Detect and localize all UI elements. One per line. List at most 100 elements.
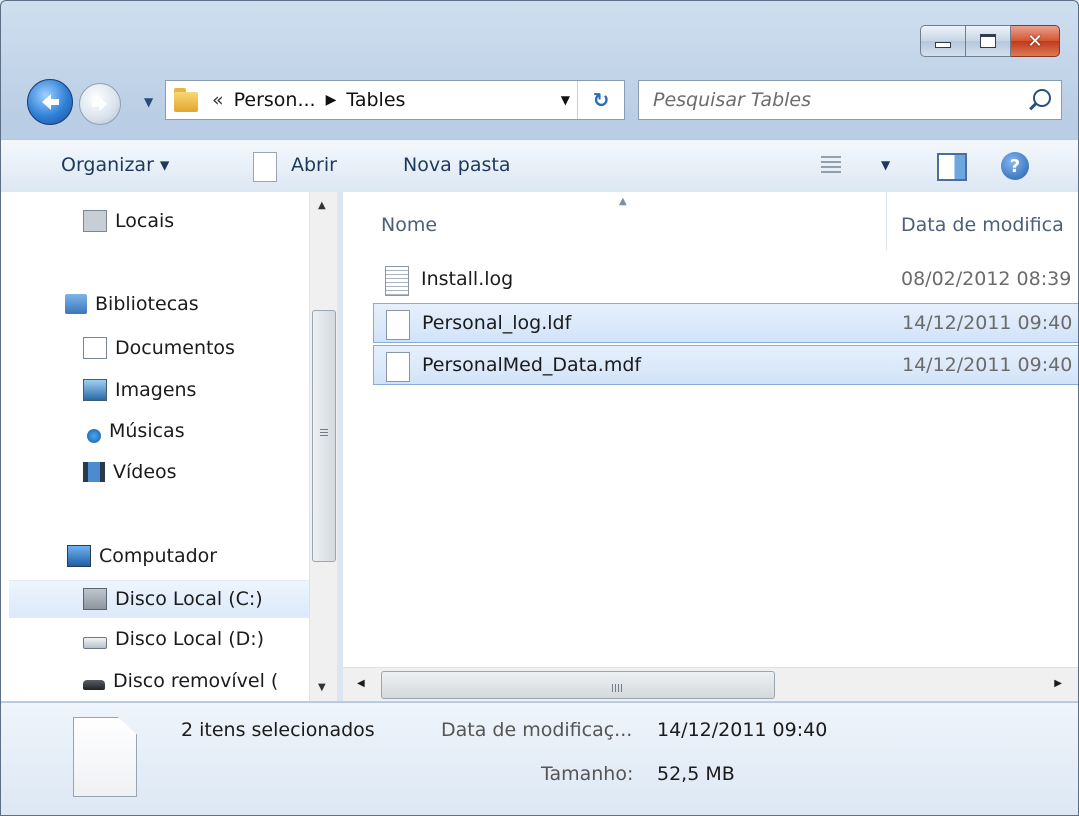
search-input[interactable]: Pesquisar Tables: [653, 89, 811, 111]
documents-icon: [83, 337, 107, 359]
command-bar: Organizar ▾ Abrir Nova pasta ▼ ?: [1, 139, 1078, 193]
organize-button[interactable]: Organizar ▾: [61, 154, 169, 176]
file-icon: [386, 310, 410, 340]
drive-c-icon: [83, 588, 107, 610]
column-headers: ▲ Nome Data de modifica: [343, 192, 1078, 250]
file-name: Personal_log.ldf: [422, 312, 572, 334]
window-controls: ✕: [920, 25, 1060, 57]
breadcrumb-person[interactable]: Person...: [234, 89, 316, 111]
views-dropdown[interactable]: ▼: [881, 158, 890, 172]
nav-item-label: Bibliotecas: [95, 293, 199, 315]
file-row[interactable]: PersonalMed_Data.mdf 14/12/2011 09:40: [373, 345, 1078, 385]
modified-value[interactable]: 14/12/2011 09:40: [657, 719, 827, 741]
nav-item-label: Locais: [115, 210, 175, 232]
column-header-date[interactable]: Data de modifica: [901, 214, 1064, 236]
open-button[interactable]: Abrir: [291, 154, 337, 176]
nav-item-label: Músicas: [109, 420, 185, 442]
nav-item-videos[interactable]: Vídeos: [83, 453, 177, 491]
open-file-icon: [253, 152, 277, 182]
size-label: Tamanho:: [541, 763, 634, 785]
explorer-window: ✕ ▼ « Person... ▶ Tables ▼ ↻ Pesquisar T…: [0, 0, 1079, 816]
file-name: Install.log: [421, 268, 514, 290]
address-dropdown[interactable]: ▼: [561, 93, 570, 107]
path-overflow[interactable]: «: [212, 89, 224, 111]
breadcrumb-tables[interactable]: Tables: [346, 89, 405, 111]
column-header-name[interactable]: Nome: [381, 214, 437, 236]
navigation-pane: Locais Bibliotecas Documentos Imagens Mú…: [1, 192, 337, 701]
nav-item-musicas[interactable]: Músicas: [83, 412, 185, 450]
minimize-button[interactable]: [920, 25, 965, 57]
file-date: 14/12/2011 09:40: [902, 312, 1073, 334]
scroll-down-icon[interactable]: ▼: [318, 682, 326, 693]
file-name: PersonalMed_Data.mdf: [422, 354, 642, 376]
nav-item-computador[interactable]: Computador: [67, 537, 217, 575]
nav-item-label: Disco Local (D:): [115, 628, 265, 650]
grip-icon: [612, 684, 622, 692]
pictures-icon: [83, 379, 107, 401]
nav-item-label: Computador: [99, 545, 218, 567]
address-bar[interactable]: « Person... ▶ Tables ▼ ↻: [165, 80, 625, 120]
column-separator[interactable]: [886, 192, 887, 250]
refresh-icon: ↻: [592, 88, 610, 112]
minimize-icon: [935, 42, 951, 48]
refresh-button[interactable]: ↻: [577, 81, 624, 119]
size-value: 52,5 MB: [657, 763, 735, 785]
file-icon: [386, 352, 410, 382]
file-row[interactable]: Install.log 08/02/2012 08:39: [373, 260, 1078, 300]
nav-item-disco-d[interactable]: Disco Local (D:): [83, 620, 264, 658]
nav-item-disco-removivel[interactable]: Disco removível (: [83, 662, 278, 700]
file-date: 14/12/2011 09:40: [902, 354, 1073, 376]
forward-button[interactable]: [79, 83, 121, 125]
grip-icon: [320, 429, 328, 438]
network-places-icon: [83, 210, 107, 232]
close-icon: ✕: [1027, 30, 1043, 52]
music-icon: [87, 429, 101, 443]
breadcrumb-separator-icon[interactable]: ▶: [326, 92, 337, 108]
details-pane: 2 itens selecionados Data de modificaç..…: [1, 702, 1078, 815]
scrollbar-thumb[interactable]: [312, 310, 336, 562]
new-folder-button[interactable]: Nova pasta: [403, 154, 510, 176]
scroll-right-icon[interactable]: ▶: [1054, 678, 1062, 689]
modified-label: Data de modificaç...: [441, 719, 633, 741]
back-button[interactable]: [27, 79, 73, 125]
maximize-icon: [980, 34, 996, 48]
nav-item-label: Disco removível (: [113, 670, 279, 692]
arrow-right-icon: [91, 96, 108, 112]
nav-item-label: Documentos: [115, 337, 235, 359]
nav-item-documentos[interactable]: Documentos: [83, 329, 235, 367]
removable-drive-icon: [83, 680, 105, 690]
help-icon[interactable]: ?: [1001, 152, 1029, 180]
selection-count: 2 itens selecionados: [181, 719, 375, 741]
text-file-icon: [385, 266, 409, 296]
preview-pane-icon[interactable]: [937, 153, 967, 181]
videos-icon: [83, 462, 105, 482]
nav-item-bibliotecas[interactable]: Bibliotecas: [65, 285, 199, 323]
file-row[interactable]: Personal_log.ldf 14/12/2011 09:40: [373, 303, 1078, 343]
nav-item-locais[interactable]: Locais: [83, 202, 174, 240]
libraries-icon: [65, 294, 87, 314]
views-icon[interactable]: [821, 156, 841, 174]
scroll-left-icon[interactable]: ◀: [357, 678, 365, 689]
nav-item-disco-c[interactable]: Disco Local (C:): [9, 580, 309, 618]
recent-pages-dropdown[interactable]: ▼: [144, 95, 153, 109]
search-icon[interactable]: [1033, 89, 1051, 107]
nav-item-label: Vídeos: [113, 461, 177, 483]
sort-ascending-icon: ▲: [619, 196, 627, 207]
close-button[interactable]: ✕: [1011, 25, 1060, 57]
scrollbar-thumb[interactable]: [381, 671, 775, 699]
scroll-up-icon[interactable]: ▲: [318, 200, 326, 211]
nav-item-label: Disco Local (C:): [115, 588, 263, 610]
arrow-left-icon: [42, 94, 59, 110]
file-date: 08/02/2012 08:39: [901, 268, 1072, 290]
computer-icon: [67, 545, 91, 567]
nav-item-imagens[interactable]: Imagens: [83, 371, 196, 409]
nav-item-label: Imagens: [115, 379, 197, 401]
nav-vertical-scrollbar[interactable]: ▲ ▼: [309, 192, 337, 701]
search-box[interactable]: Pesquisar Tables: [638, 80, 1062, 120]
file-list: ▲ Nome Data de modifica Install.log 08/0…: [343, 192, 1078, 701]
navigation-bar: ▼ « Person... ▶ Tables ▼ ↻ Pesquisar Tab…: [1, 77, 1078, 125]
folder-icon: [174, 88, 200, 112]
horizontal-scrollbar[interactable]: ◀ ▶: [343, 667, 1078, 701]
maximize-button[interactable]: [965, 25, 1011, 57]
file-thumbnail-icon: [73, 717, 137, 797]
